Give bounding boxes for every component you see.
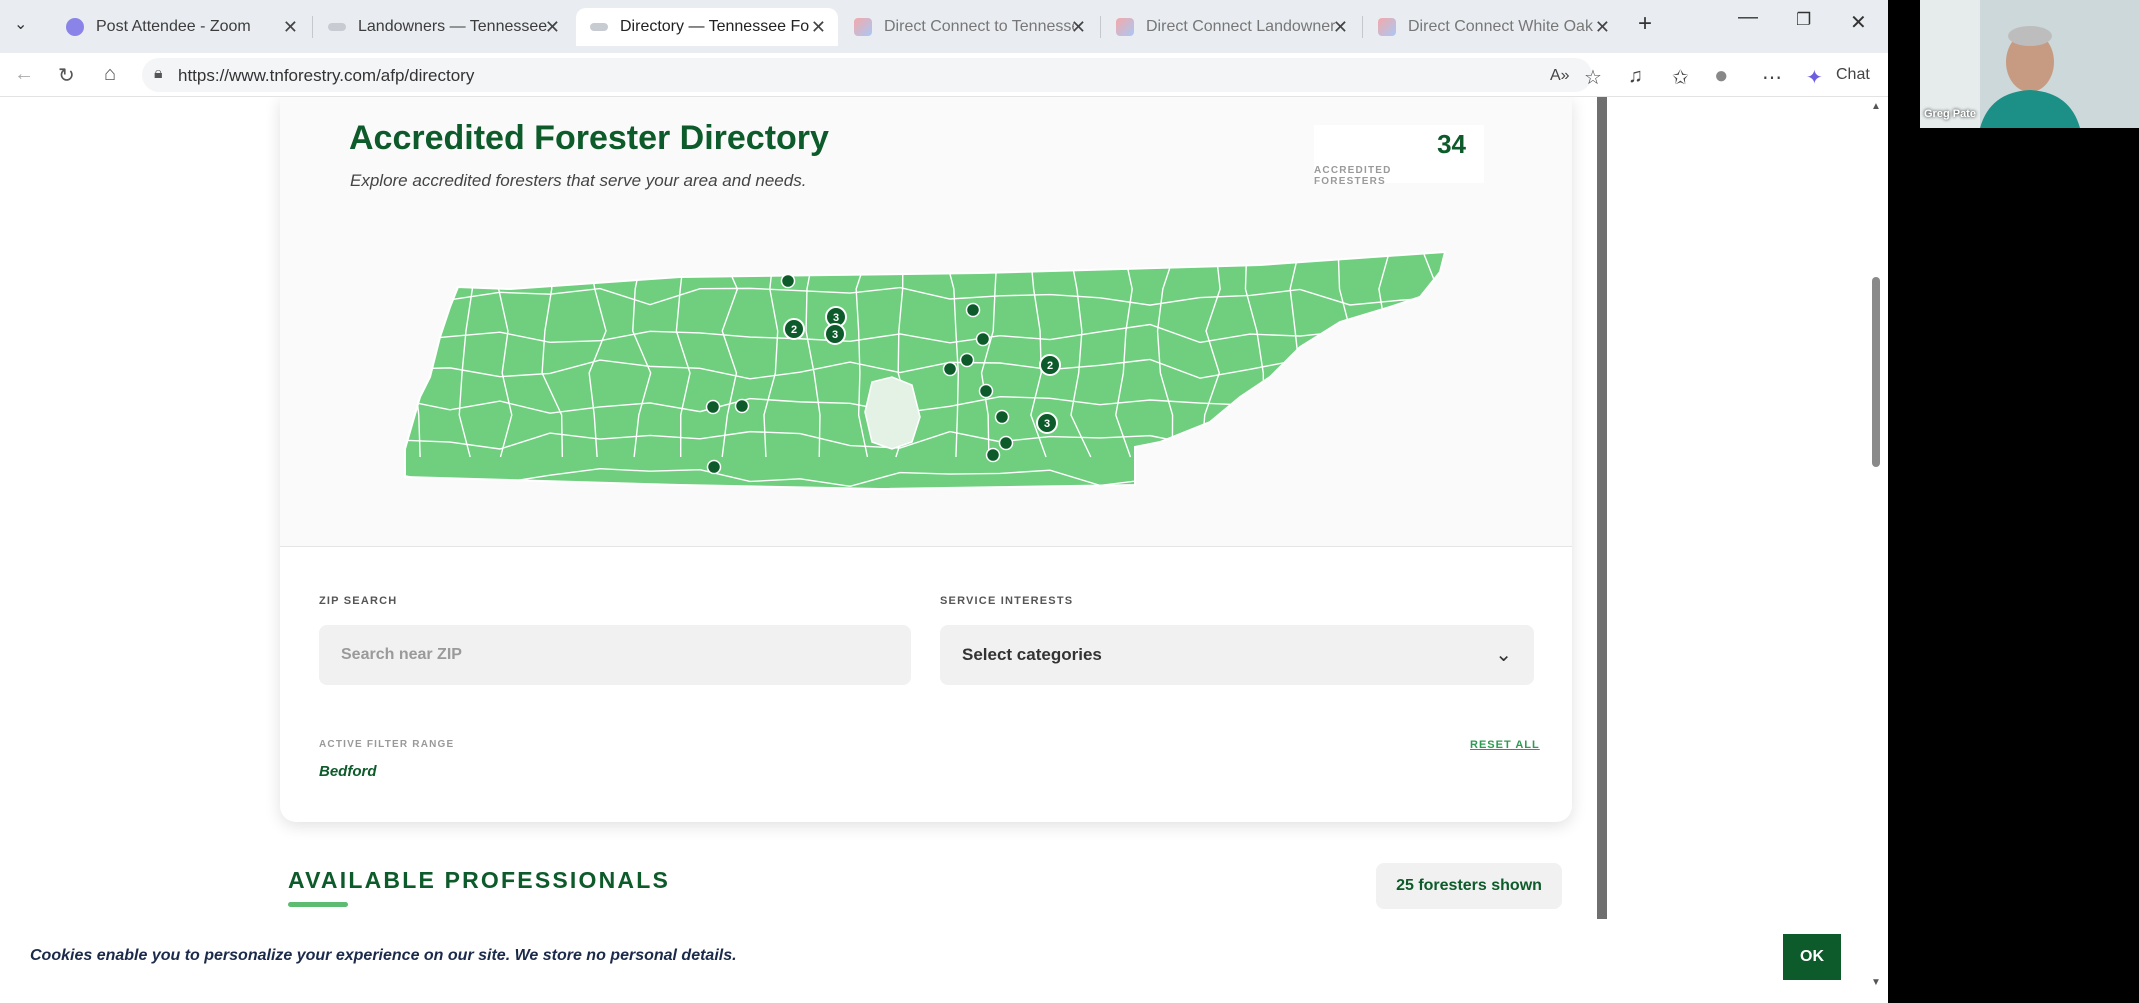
forester-count: 34: [1437, 129, 1466, 159]
cookie-ok-button[interactable]: OK: [1783, 934, 1841, 980]
home-icon[interactable]: ⌂: [104, 63, 116, 86]
address-bar: ← ↻ ⌂ 🔒︎ https://www.tnforestry.com/afp/…: [0, 53, 1888, 97]
zip-search-input[interactable]: [319, 625, 911, 685]
browser-window: ⌄ Post Attendee - Zoom ✕ Landowners — Te…: [0, 0, 1888, 1003]
close-icon[interactable]: ✕: [1071, 17, 1086, 38]
page-favicon-icon: [590, 23, 608, 31]
pin-count-label: 3: [832, 329, 838, 341]
scroll-down-icon[interactable]: ▼: [1871, 977, 1881, 988]
zip-search-label: ZIP SEARCH: [319, 595, 398, 607]
url-text[interactable]: https://www.tnforestry.com/afp/directory: [178, 66, 474, 86]
tab-separator: [312, 16, 313, 38]
tab-separator: [1362, 16, 1363, 38]
tab-title: Direct Connect to Tennessee: [884, 18, 1074, 35]
back-icon[interactable]: ←: [14, 63, 34, 86]
forester-pin[interactable]: [975, 331, 991, 347]
more-menu-icon[interactable]: ⋯: [1762, 65, 1782, 90]
page-viewport: 2 3 3 2 3 Accredited Forester Directory Expl…: [0, 97, 1888, 1003]
favorites-icon[interactable]: ✩: [1672, 65, 1689, 90]
forester-pin[interactable]: [985, 447, 1001, 463]
service-interests-select[interactable]: Select categories ⌄: [940, 625, 1534, 685]
forester-count-label: ACCREDITED FORESTERS: [1314, 165, 1392, 187]
read-aloud-icon[interactable]: A»: [1550, 67, 1570, 85]
active-filter-value[interactable]: Bedford: [319, 763, 377, 780]
tab-direct-connect-landowner[interactable]: Direct Connect Landowner Si ✕: [1102, 8, 1360, 46]
forester-pin[interactable]: [998, 435, 1014, 451]
reset-all-link[interactable]: RESET ALL: [1470, 739, 1540, 751]
heading-underline: [288, 902, 348, 907]
service-select-value: Select categories: [962, 645, 1102, 664]
page-favicon-icon: [1378, 18, 1396, 36]
new-tab-icon[interactable]: +: [1638, 10, 1652, 38]
tab-direct-connect-tennessee[interactable]: Direct Connect to Tennessee ✕: [840, 8, 1098, 46]
tab-direct-connect-white-oak[interactable]: Direct Connect White Oak Si ✕: [1364, 8, 1622, 46]
lock-icon[interactable]: 🔒︎: [154, 65, 163, 83]
tab-title: Direct Connect Landowner Si: [1146, 18, 1336, 35]
zoom-favicon-icon: [66, 18, 84, 36]
restore-icon[interactable]: ❐: [1796, 10, 1811, 30]
vertical-scrollbar[interactable]: ▲ ▼: [1868, 97, 1886, 1003]
close-icon[interactable]: ✕: [1595, 17, 1610, 38]
url-field[interactable]: 🔒︎ https://www.tnforestry.com/afp/direct…: [142, 58, 1592, 92]
tab-title: Directory — Tennessee Forest: [620, 18, 810, 35]
window-close-icon[interactable]: ✕: [1850, 10, 1867, 35]
close-icon[interactable]: ✕: [1333, 17, 1348, 38]
pin-count-label: 2: [791, 324, 797, 336]
page-subtitle: Explore accredited foresters that serve …: [350, 171, 807, 190]
desktop: ⌄ Post Attendee - Zoom ✕ Landowners — Te…: [0, 0, 2139, 1003]
tab-title: Post Attendee - Zoom: [96, 18, 251, 35]
chat-button[interactable]: Chat: [1836, 66, 1870, 84]
foresters-shown-badge: 25 foresters shown: [1376, 863, 1562, 909]
minimize-icon[interactable]: —: [1738, 6, 1758, 29]
pin-count-label: 3: [1044, 418, 1050, 430]
forester-pin[interactable]: [965, 302, 981, 318]
tab-title: Landowners — Tennessee For: [358, 18, 548, 35]
webcam-video: Greg Pate: [1920, 0, 2139, 128]
profile-avatar-icon[interactable]: ●: [1714, 62, 1729, 90]
map-section: 2 3 3 2 3 Accredited Forester Directory Expl…: [280, 97, 1572, 547]
pin-count-label: 3: [833, 312, 839, 324]
close-icon[interactable]: ✕: [545, 17, 560, 38]
scroll-up-icon[interactable]: ▲: [1871, 101, 1881, 112]
forester-pin[interactable]: [780, 273, 796, 289]
close-icon[interactable]: ✕: [283, 17, 298, 38]
scrollbar-thumb[interactable]: [1872, 277, 1880, 467]
chevron-down-icon: ⌄: [1495, 644, 1512, 666]
forester-pin[interactable]: [978, 383, 994, 399]
forester-pin[interactable]: [706, 459, 722, 475]
forester-count-box: 34 ACCREDITED FORESTERS: [1314, 125, 1484, 187]
tab-title: Direct Connect White Oak Si: [1408, 18, 1598, 35]
tab-bar: ⌄ Post Attendee - Zoom ✕ Landowners — Te…: [0, 0, 1888, 53]
selected-county-bedford[interactable]: [864, 376, 921, 450]
forester-pin[interactable]: [994, 409, 1010, 425]
favorite-star-icon[interactable]: ☆: [1584, 65, 1602, 90]
page-right-edge: [1597, 97, 1607, 919]
refresh-icon[interactable]: ↻: [58, 63, 75, 88]
directory-card: 2 3 3 2 3 Accredited Forester Directory Expl…: [280, 97, 1572, 822]
participant-name: Greg Pate: [1924, 108, 1976, 120]
service-interests-label: SERVICE INTERESTS: [940, 595, 1074, 607]
available-professionals-heading: AVAILABLE PROFESSIONALS: [288, 867, 670, 893]
cookie-banner: Cookies enable you to personalize your e…: [0, 925, 1868, 1003]
forester-pin[interactable]: [734, 398, 750, 414]
pin-count-label: 2: [1047, 360, 1053, 372]
forester-pin[interactable]: [942, 361, 958, 377]
forester-pin[interactable]: [959, 352, 975, 368]
forester-pin[interactable]: [705, 399, 721, 415]
page-favicon-icon: [328, 23, 346, 31]
tab-separator: [1100, 16, 1101, 38]
tab-directory[interactable]: Directory — Tennessee Forest ✕: [576, 8, 838, 46]
active-filter-label: ACTIVE FILTER RANGE: [319, 739, 455, 750]
browser-essentials-icon[interactable]: ♫: [1628, 65, 1643, 88]
close-icon[interactable]: ✕: [811, 17, 826, 38]
cookie-message: Cookies enable you to personalize your e…: [30, 947, 737, 964]
page-favicon-icon: [1116, 18, 1134, 36]
page-favicon-icon: [854, 18, 872, 36]
page-title: Accredited Forester Directory: [349, 119, 829, 157]
tab-landowners[interactable]: Landowners — Tennessee For ✕: [314, 8, 572, 46]
copilot-icon[interactable]: ✦: [1806, 65, 1823, 90]
tab-post-attendee-zoom[interactable]: Post Attendee - Zoom ✕: [52, 8, 310, 46]
tab-list-icon[interactable]: ⌄: [14, 14, 27, 34]
